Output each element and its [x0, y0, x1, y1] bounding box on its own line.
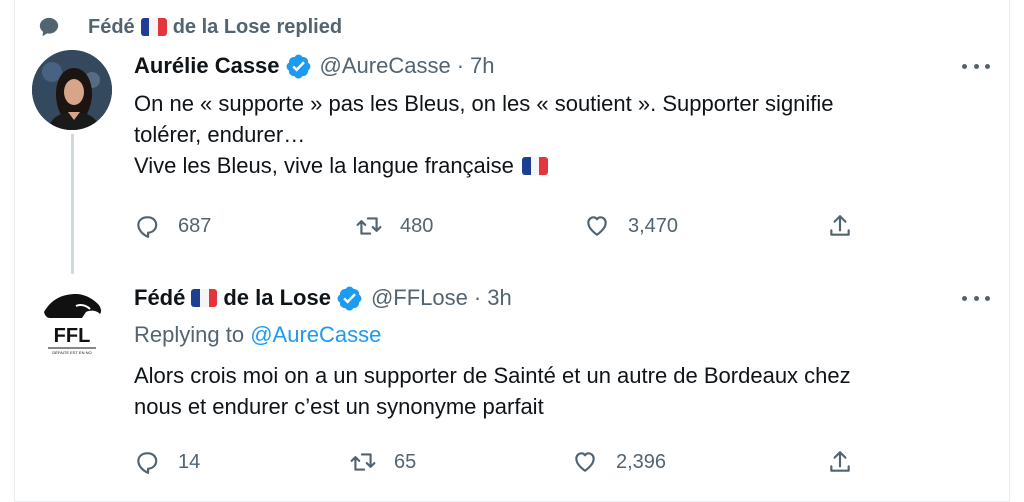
reply-icon [137, 216, 158, 238]
more-icon[interactable] [962, 61, 990, 71]
avatar[interactable]: FFL DÉFAITE EST EN NO [32, 280, 112, 360]
logo-motto: DÉFAITE EST EN NO [52, 350, 91, 355]
replying-label: Replying to [134, 322, 245, 347]
retweet-icon [350, 453, 376, 471]
tweet-text-line: Vive les Bleus, vive la langue française [134, 153, 514, 178]
reply-count: 687 [178, 214, 212, 237]
share-icon [830, 215, 850, 236]
author-name[interactable]: Fédé de la Lose [134, 285, 363, 311]
reply-count: 14 [178, 450, 201, 473]
author-handle[interactable]: @AureCasse [320, 53, 451, 79]
author-name[interactable]: Aurélie Casse [134, 53, 312, 79]
like-count: 2,396 [616, 450, 667, 473]
verified-badge-icon [286, 54, 310, 79]
separator-dot: · [456, 53, 465, 78]
avatar[interactable] [32, 50, 112, 130]
logo-text: FFL [54, 325, 91, 347]
tweet-text-line: nous et endurer c’est un synonyme parfai… [134, 394, 544, 419]
context-name-part2: de la Lose [172, 15, 271, 38]
tweet-time[interactable]: 7h [470, 53, 494, 79]
retweet-button[interactable]: 480 [356, 213, 433, 239]
tweet-text: Alors crois moi on a un supporter de Sai… [134, 360, 851, 422]
share-button[interactable] [827, 449, 853, 475]
tweet-time[interactable]: 3h [487, 285, 511, 311]
speech-bubble-icon [39, 17, 59, 37]
reply-button[interactable]: 687 [134, 213, 211, 239]
heart-icon [587, 216, 607, 236]
verified-badge-icon [337, 286, 362, 311]
thread-line [71, 134, 74, 274]
social-context[interactable]: Fédé de la Lose replied [39, 12, 343, 42]
tweet-header: Aurélie Casse @AureCasse · 7h [134, 50, 495, 82]
separator-dot: · [473, 285, 482, 310]
profile-photo [32, 50, 112, 130]
retweet-count: 480 [400, 214, 434, 237]
retweet-button[interactable]: 65 [350, 449, 416, 475]
context-name-part1: Fédé [88, 15, 135, 38]
reply-icon [137, 452, 158, 474]
context-action: replied [276, 15, 343, 38]
author-handle[interactable]: @FFLose [371, 285, 468, 311]
french-flag-icon [521, 156, 548, 175]
retweet-icon [356, 217, 382, 235]
tweet-text-line: On ne « supporte » pas les Bleus, on les… [134, 91, 834, 116]
reply-button[interactable]: 14 [134, 449, 200, 475]
tweet-text-line: tolérer, endurer… [134, 122, 306, 147]
tweet-text-line: Alors crois moi on a un supporter de Sai… [134, 363, 851, 388]
more-icon[interactable] [962, 293, 990, 303]
share-button[interactable] [827, 213, 853, 239]
share-icon [830, 451, 850, 472]
ffl-logo: FFL DÉFAITE EST EN NO [32, 280, 112, 360]
retweet-count: 65 [394, 450, 417, 473]
french-flag-icon [140, 18, 167, 36]
like-button[interactable]: 2,396 [572, 449, 666, 475]
tweet-text: On ne « supporte » pas les Bleus, on les… [134, 88, 834, 181]
replying-to: Replying to @AureCasse [134, 322, 381, 348]
like-count: 3,470 [628, 214, 679, 237]
replying-mention[interactable]: @AureCasse [250, 322, 381, 347]
french-flag-icon [191, 289, 218, 307]
heart-icon [575, 452, 595, 472]
tweet-header: Fédé de la Lose @FFLose · 3h [134, 282, 512, 314]
like-button[interactable]: 3,470 [584, 213, 678, 239]
